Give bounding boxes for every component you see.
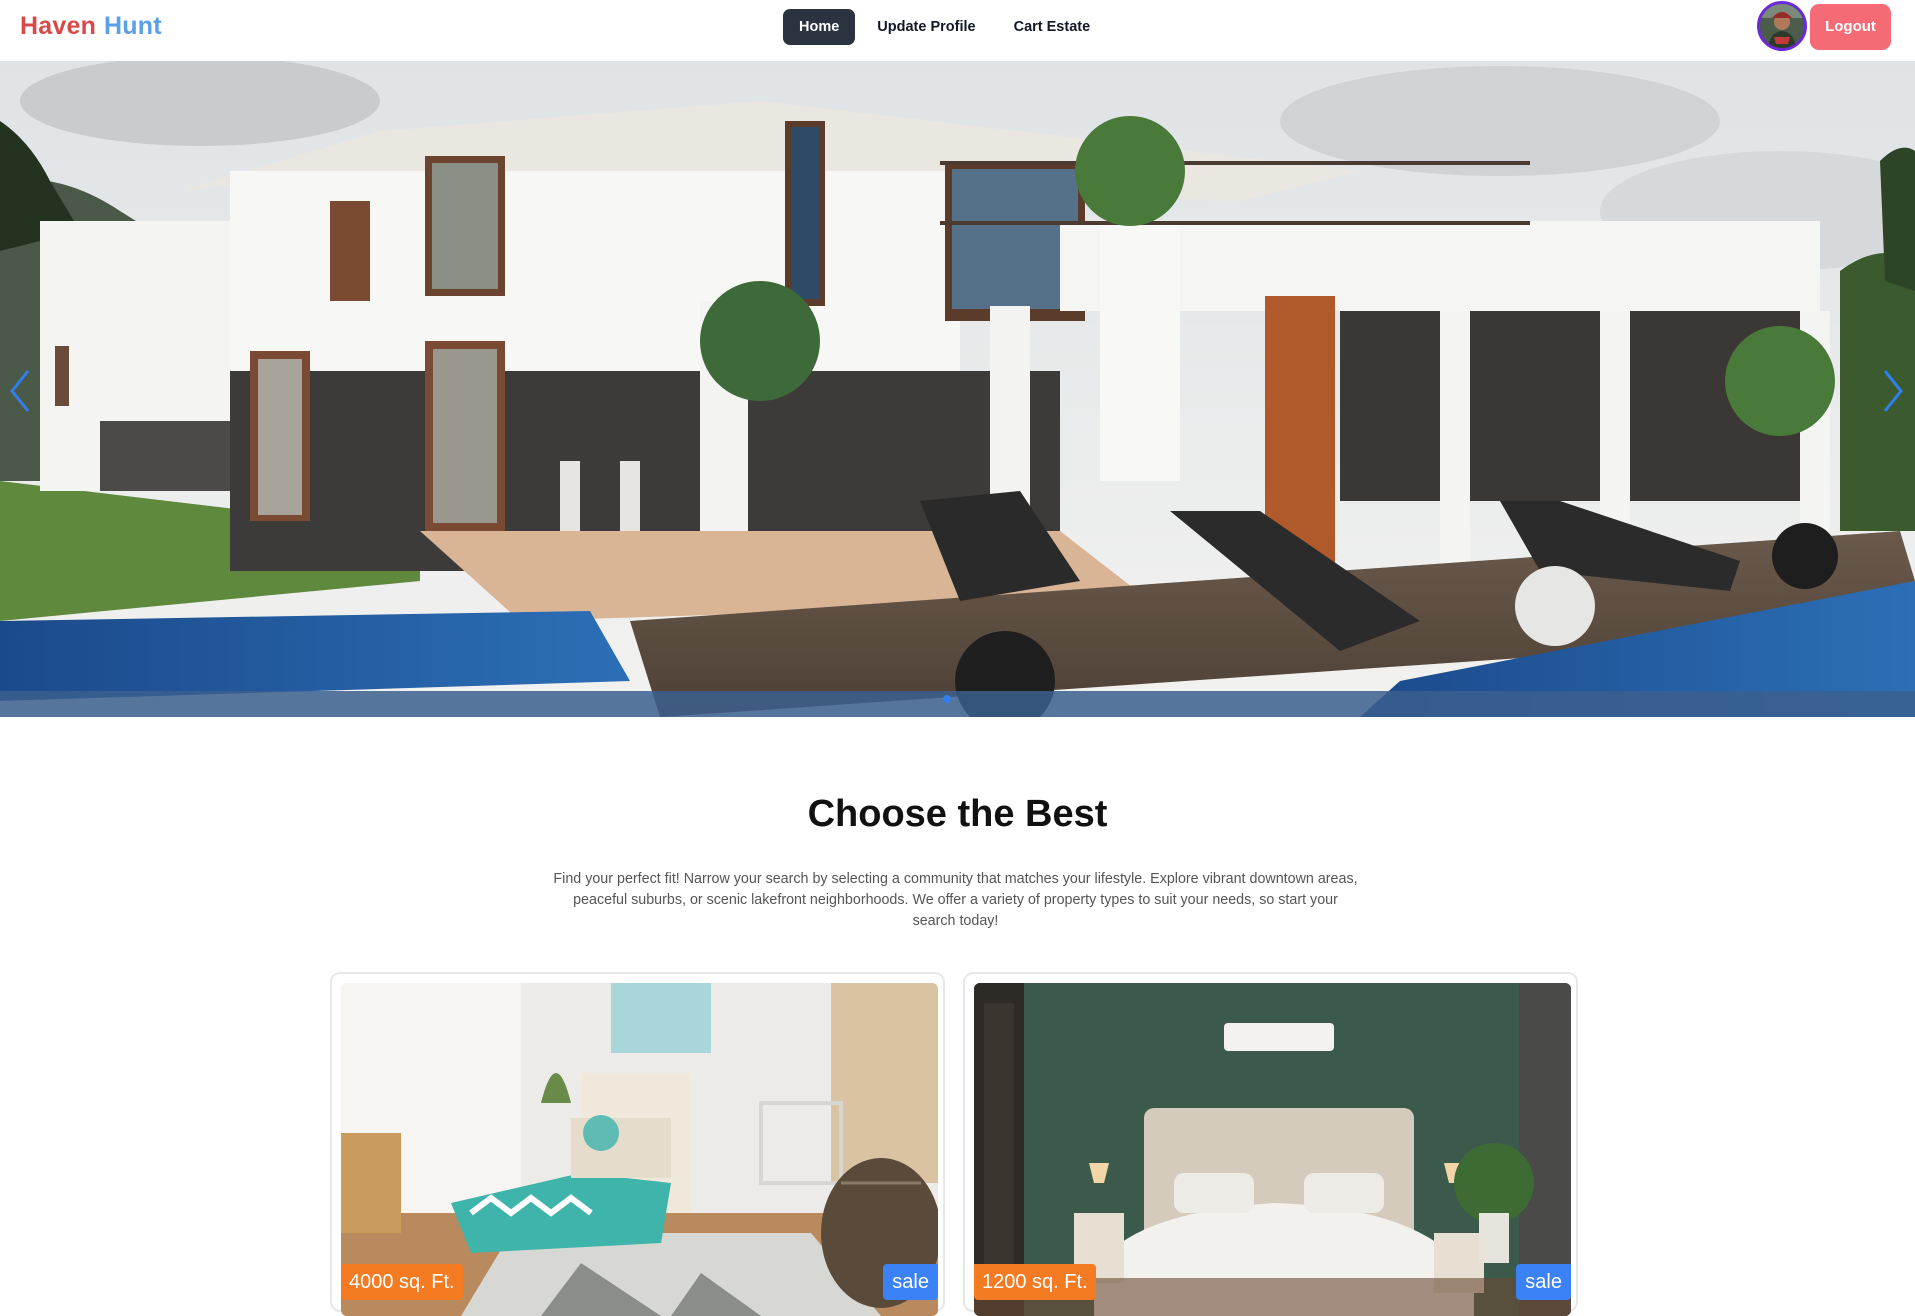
nav-update-profile[interactable]: Update Profile: [861, 9, 991, 45]
nav-home[interactable]: Home: [783, 9, 856, 45]
listing-status-badge: sale: [1516, 1264, 1571, 1300]
carousel-next-button[interactable]: [1873, 361, 1913, 421]
listing-area-badge: 4000 sq. Ft.: [341, 1264, 463, 1300]
brand-first-word: Haven: [20, 12, 97, 40]
listing-area-badge: 1200 sq. Ft.: [974, 1264, 1096, 1300]
user-avatar[interactable]: [1757, 1, 1807, 51]
chevron-right-icon: [1883, 370, 1903, 412]
listing-image: 1200 sq. Ft. sale: [974, 983, 1571, 1316]
listing-status-badge: sale: [883, 1264, 938, 1300]
section-description: Find your perfect fit! Narrow your searc…: [553, 871, 1358, 929]
carousel-dots: [943, 695, 951, 703]
nav-cart-estate[interactable]: Cart Estate: [998, 9, 1107, 45]
chevron-left-icon: [10, 370, 30, 412]
listing-card[interactable]: 1200 sq. Ft. sale: [963, 972, 1578, 1316]
carousel-dot[interactable]: [943, 695, 951, 703]
brand-logo[interactable]: Haven Hunt: [20, 12, 162, 41]
navbar: Haven Hunt Home Update Profile Cart Estat…: [0, 0, 1915, 61]
listing-image: 4000 sq. Ft. sale: [341, 983, 938, 1316]
section-title: Choose the Best: [807, 793, 1108, 835]
carousel-prev-button[interactable]: [0, 361, 40, 421]
brand-second-word: Hunt: [104, 12, 162, 40]
hero-carousel: [0, 61, 1915, 717]
main-nav: Home Update Profile Cart Estate: [783, 9, 1106, 45]
listing-card[interactable]: 4000 sq. Ft. sale: [330, 972, 945, 1316]
hero-house-image: [0, 61, 1915, 717]
logout-button[interactable]: Logout: [1810, 4, 1891, 50]
